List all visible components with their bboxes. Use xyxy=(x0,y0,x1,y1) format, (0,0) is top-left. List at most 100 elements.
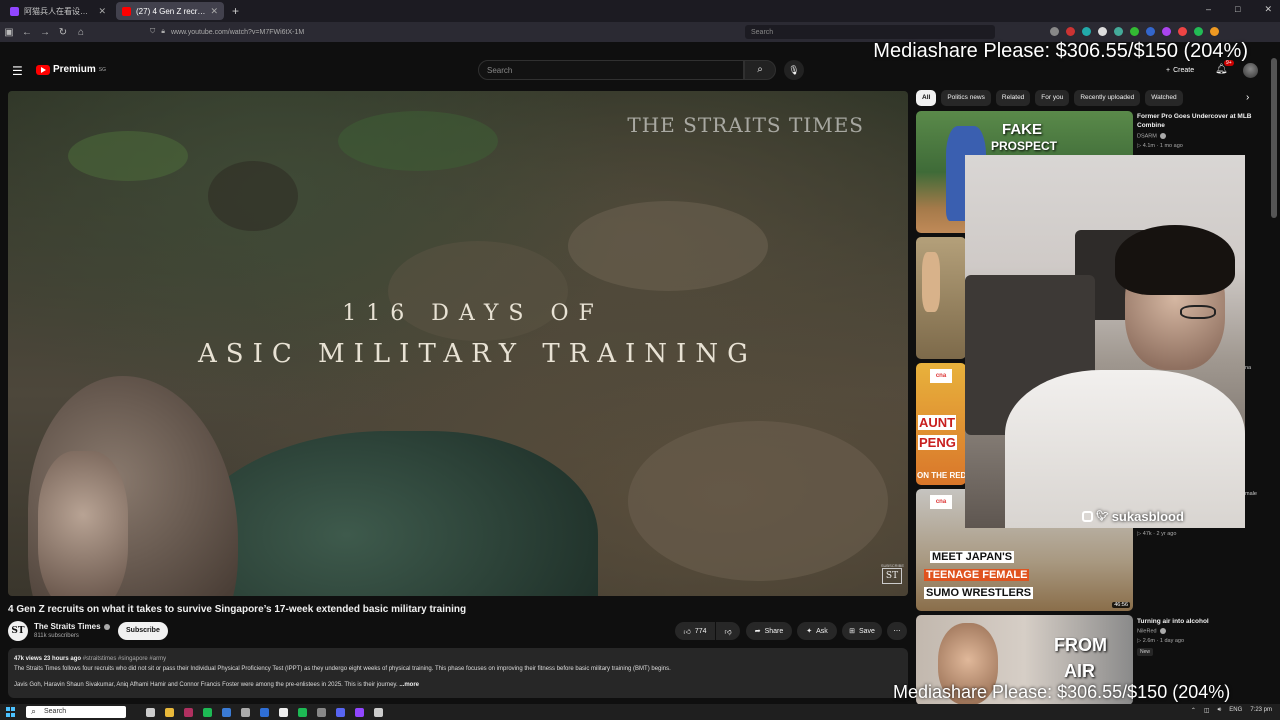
subscribe-button[interactable]: Subscribe xyxy=(118,622,168,640)
extension-icon[interactable] xyxy=(1066,27,1075,36)
new-tab-button[interactable]: + xyxy=(232,4,239,18)
recommendation-stats: ▷ 4.1m · 1 mo ago xyxy=(1137,143,1183,149)
app-icon[interactable] xyxy=(374,707,383,717)
bookmark-icon: ⊞ xyxy=(849,628,855,635)
close-window-button[interactable]: ✕ xyxy=(1264,4,1272,15)
save-button[interactable]: ⊞ Save xyxy=(842,622,882,640)
extension-icon[interactable] xyxy=(1194,27,1203,36)
partial-sidebar-text: male xyxy=(1245,491,1257,497)
like-button[interactable]: 👍︎ 774 xyxy=(675,622,715,640)
extension-icon[interactable] xyxy=(1098,27,1107,36)
close-icon[interactable]: ✕ xyxy=(210,6,218,17)
browser-tab-bar: 阿猫兵人在看设片 - Twitch ✕ (27) 4 Gen Z recruit… xyxy=(0,0,1280,22)
extension-icon[interactable] xyxy=(1050,27,1059,36)
close-icon[interactable]: ✕ xyxy=(98,6,106,17)
chip-recently-uploaded[interactable]: Recently uploaded xyxy=(1074,90,1141,106)
partial-sidebar-text: na xyxy=(1245,365,1252,371)
file-explorer-icon[interactable] xyxy=(165,707,174,717)
youtube-search-input[interactable]: Search xyxy=(478,60,744,80)
share-button[interactable]: ➦ Share xyxy=(746,622,792,640)
voice-search-button[interactable]: 🎙︎ xyxy=(784,60,804,80)
chevron-up-icon[interactable]: ⌃ xyxy=(1191,707,1196,714)
microphone-icon: 🎙︎ xyxy=(788,65,800,75)
home-icon[interactable]: ⌂ xyxy=(72,27,90,38)
reload-icon[interactable]: ↻ xyxy=(54,27,72,38)
recommendation-channel[interactable]: NileRed xyxy=(1137,628,1166,634)
account-avatar[interactable] xyxy=(1243,63,1258,78)
channel-branding-button[interactable]: ST xyxy=(882,568,902,584)
app-icon[interactable] xyxy=(241,707,250,717)
recommendation-channel[interactable]: DSARM xyxy=(1137,133,1166,139)
video-overlay-title-line1: 116 DAYS OF xyxy=(342,301,604,326)
minimize-button[interactable]: – xyxy=(1206,4,1211,15)
windows-taskbar: Search ⌃ ◫ 🔊︎ ENG 7:23 pm xyxy=(0,704,1280,720)
app-icon[interactable] xyxy=(336,707,345,717)
new-badge: New xyxy=(1137,648,1154,656)
chip-politics-news[interactable]: Politics news xyxy=(941,90,991,106)
maximize-button[interactable]: □ xyxy=(1235,4,1240,15)
ask-button[interactable]: ✦ Ask xyxy=(797,622,837,640)
recommendation-thumbnail[interactable]: cna AUNT PENG ON THE RED xyxy=(916,363,966,485)
app-icon[interactable] xyxy=(317,707,326,717)
verified-icon xyxy=(1159,133,1166,139)
extension-icon[interactable] xyxy=(1082,27,1091,36)
description-line: Javis Goh, Haravin Shaun Sivakumar, Aniq… xyxy=(14,682,398,688)
chip-related[interactable]: Related xyxy=(995,90,1031,106)
thumbnail-figure xyxy=(922,252,940,312)
more-actions-button[interactable]: ⋯ xyxy=(887,622,907,640)
browser-tab-twitch[interactable]: 阿猫兵人在看设片 - Twitch ✕ xyxy=(4,2,112,20)
streamer-webcam: 🐦︎ sukasblood xyxy=(965,155,1245,528)
chip-for-you[interactable]: For you xyxy=(1035,90,1070,106)
address-bar[interactable]: ⛉ 🔒︎ www.youtube.com/watch?v=M7FWi6tX-1M xyxy=(150,25,690,39)
show-more-link[interactable]: ...more xyxy=(399,682,419,688)
app-icon[interactable] xyxy=(184,707,193,717)
channel-avatar[interactable]: ST xyxy=(8,621,28,641)
chevron-right-icon[interactable]: › xyxy=(1246,92,1249,103)
back-icon[interactable]: ← xyxy=(18,27,36,38)
app-icon[interactable] xyxy=(298,707,307,717)
browser-tab-youtube[interactable]: (27) 4 Gen Z recruits on wh... ✕ xyxy=(116,2,224,20)
recommendation-thumbnail[interactable] xyxy=(916,237,966,359)
taskbar-search-input[interactable]: Search xyxy=(26,705,126,718)
windows-start-icon[interactable] xyxy=(6,707,20,717)
channel-name[interactable]: The Straits Times xyxy=(34,622,110,631)
chip-watched[interactable]: Watched xyxy=(1145,90,1183,106)
network-icon[interactable]: ◫ xyxy=(1204,707,1210,714)
clock[interactable]: 7:23 pm xyxy=(1250,707,1272,714)
extension-icon[interactable] xyxy=(1146,27,1155,36)
extension-icon[interactable] xyxy=(1130,27,1139,36)
extension-icon[interactable] xyxy=(1162,27,1171,36)
language-indicator[interactable]: ENG xyxy=(1229,707,1242,714)
recommendation-title[interactable]: Turning air into alcohol xyxy=(1137,617,1262,626)
video-description[interactable]: 47k views 23 hours ago #straitstimes #si… xyxy=(8,648,908,698)
hashtags[interactable]: #straitstimes #singapore #army xyxy=(83,656,166,662)
extension-icon[interactable] xyxy=(1210,27,1219,36)
task-view-icon[interactable] xyxy=(146,707,155,717)
create-button[interactable]: + Create xyxy=(1160,62,1200,78)
video-duration: 46:56 xyxy=(1112,602,1130,608)
taskbar-apps xyxy=(146,707,383,717)
chip-all[interactable]: All xyxy=(916,90,937,106)
dislike-button[interactable]: 👎︎ xyxy=(716,622,740,640)
spotify-icon[interactable] xyxy=(203,707,212,717)
volume-icon[interactable]: 🔊︎ xyxy=(1218,707,1222,714)
app-icon[interactable] xyxy=(279,707,288,717)
app-icon[interactable] xyxy=(260,707,269,717)
forward-icon[interactable]: → xyxy=(36,27,54,38)
youtube-premium-logo[interactable]: Premium SG xyxy=(36,64,106,75)
thumbnail-text: FAKE xyxy=(1002,121,1043,138)
video-player[interactable]: THE STRAITS TIMES 116 DAYS OF ASIC MILIT… xyxy=(8,91,908,596)
app-icon[interactable] xyxy=(222,707,231,717)
search-button[interactable]: ⌕ xyxy=(744,60,776,80)
mediashare-overlay-bottom: Mediashare Please: $306.55/$150 (204%) xyxy=(893,682,1231,702)
system-tray: ⌃ ◫ 🔊︎ ENG 7:23 pm xyxy=(1191,707,1272,714)
browser-search-input[interactable]: Search xyxy=(745,25,995,39)
recommendation-title[interactable]: Former Pro Goes Undercover at MLB Combin… xyxy=(1137,112,1262,130)
sidebar-toggle-icon[interactable]: ▣ xyxy=(0,27,18,38)
thumbnail-text: AUNT xyxy=(918,415,957,430)
extension-icon[interactable] xyxy=(1114,27,1123,36)
page-scrollbar[interactable] xyxy=(1271,58,1277,218)
app-icon[interactable] xyxy=(355,707,364,717)
hamburger-menu-icon[interactable]: ☰ xyxy=(12,64,23,78)
extension-icon[interactable] xyxy=(1178,27,1187,36)
